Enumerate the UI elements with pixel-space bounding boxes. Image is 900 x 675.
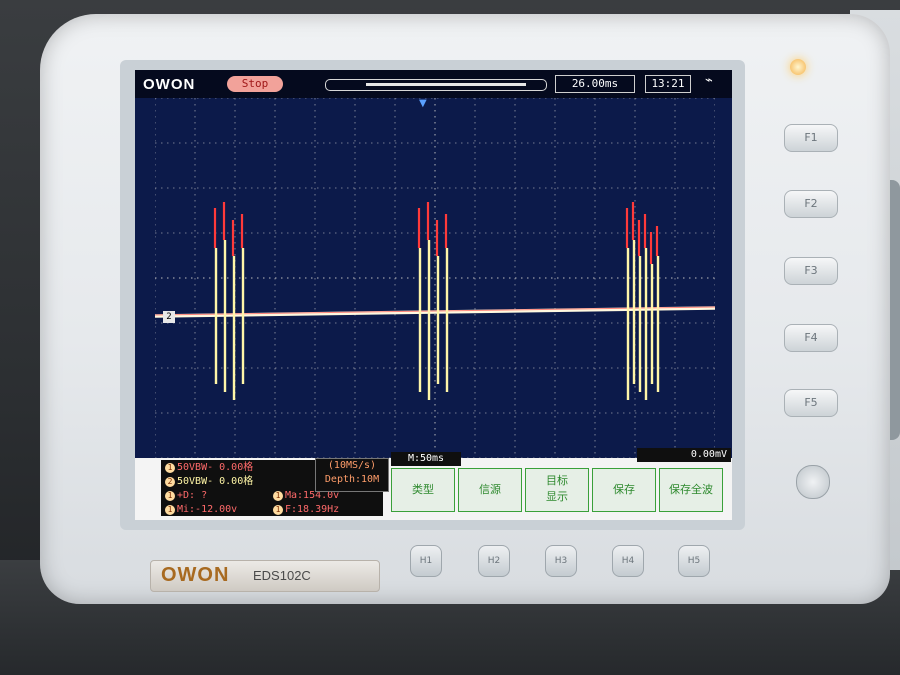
h3-button[interactable]: H3 — [545, 545, 577, 577]
softkey-1[interactable]: 类型 — [391, 468, 455, 512]
h5-button[interactable]: H5 — [678, 545, 710, 577]
h2-button[interactable]: H2 — [478, 545, 510, 577]
time-position-readout: 26.00ms — [555, 75, 635, 93]
oscilloscope-screen: OWON Stop 26.00ms 13:21 ⌁ ▼ 2 1 50VBW- 0.… — [135, 70, 732, 520]
ch1-text: 50VBW- 0.00格 — [177, 462, 254, 473]
menu-off-button[interactable] — [796, 465, 830, 499]
timebase-tag: M:50ms — [391, 452, 461, 466]
usb-icon: ⌁ — [705, 73, 713, 88]
delta-badge-icon: 1 — [165, 491, 175, 501]
f1-button[interactable]: F1 — [784, 124, 838, 152]
freq-info: 1 F:18.39Hz — [273, 504, 339, 516]
softkey-5[interactable]: 保存全波 — [659, 468, 723, 512]
run-status-badge: Stop — [227, 76, 283, 92]
waveform-plot — [154, 97, 716, 459]
freq-text: F:18.39Hz — [285, 504, 340, 515]
f5-button[interactable]: F5 — [784, 389, 838, 417]
freq-badge-icon: 1 — [273, 505, 283, 515]
min-info: 1 Mi:-12.00v — [165, 504, 237, 516]
sample-rate: (10MS/s) — [327, 460, 377, 471]
acquisition-info: (10MS/s) Depth:10M — [315, 458, 389, 492]
waveform-area: 2 — [154, 97, 716, 459]
softkey-3[interactable]: 目标 显示 — [525, 468, 589, 512]
screen-logo: OWON — [143, 76, 196, 93]
max-badge-icon: 1 — [273, 491, 283, 501]
ch1-info: 1 50VBW- 0.00格 — [165, 462, 253, 474]
trigger-level-readout: 0.00mV — [637, 448, 731, 462]
status-bar: OWON Stop 26.00ms 13:21 ⌁ — [135, 70, 732, 98]
delta-info: 1 +D: ? — [165, 490, 207, 502]
min-badge-icon: 1 — [165, 505, 175, 515]
ch2-level-marker: 2 — [163, 311, 175, 323]
f4-button[interactable]: F4 — [784, 324, 838, 352]
h1-button[interactable]: H1 — [410, 545, 442, 577]
f2-button[interactable]: F2 — [784, 190, 838, 218]
clock: 13:21 — [645, 75, 691, 93]
brand-plate: OWON EDS102C — [150, 560, 380, 592]
ch2-badge-icon: 2 — [165, 477, 175, 487]
f3-button[interactable]: F3 — [784, 257, 838, 285]
memory-position-bar — [325, 79, 547, 91]
softkey-2[interactable]: 信源 — [458, 468, 522, 512]
ch1-badge-icon: 1 — [165, 463, 175, 473]
ch2-text: 50VBW- 0.00格 — [177, 476, 254, 487]
brand-logo: OWON — [161, 564, 230, 586]
softkey-menu: 类型 信源 目标 显示 保存 保存全波 — [391, 468, 728, 512]
memory-window — [366, 83, 526, 86]
ch2-info: 2 50VBW- 0.00格 — [165, 476, 253, 488]
model-name: EDS102C — [253, 568, 311, 583]
h4-button[interactable]: H4 — [612, 545, 644, 577]
power-led-icon — [790, 59, 806, 75]
memory-depth: Depth:10M — [324, 474, 380, 485]
delta-text: +D: ? — [177, 490, 208, 501]
min-text: Mi:-12.00v — [177, 504, 238, 515]
info-panel: 1 50VBW- 0.00格 2 50VBW- 0.00格 1 +D: ? 1 Mi:-… — [135, 448, 732, 520]
softkey-4[interactable]: 保存 — [592, 468, 656, 512]
